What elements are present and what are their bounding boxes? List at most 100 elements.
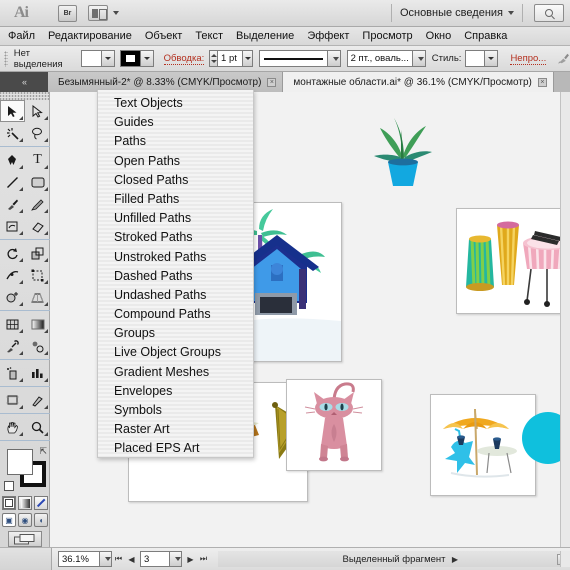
canvas-vertical-scrollbar[interactable] (560, 92, 570, 547)
status-menu-arrow-icon[interactable]: ▶ (452, 555, 458, 564)
close-icon[interactable]: × (537, 77, 547, 87)
stroke-weight-chevron-down-icon[interactable] (243, 50, 254, 67)
width-tool[interactable] (0, 264, 25, 286)
workspace-switcher-label[interactable]: Основные сведения (400, 7, 503, 19)
toolbar-fill-swatch[interactable] (7, 449, 33, 475)
menu-item-unstroked-paths[interactable]: Unstroked Paths (98, 248, 253, 267)
lasso-tool[interactable] (25, 122, 50, 144)
artboard-drums[interactable] (456, 208, 570, 314)
menu-item-undashed-paths[interactable]: Undashed Paths (98, 286, 253, 305)
artboard-number-select[interactable]: 3 (140, 551, 182, 567)
menu-item-select[interactable]: Выделение (236, 30, 294, 42)
mesh-tool[interactable] (0, 313, 25, 335)
zoom-level-chevron-down-icon[interactable] (99, 552, 111, 566)
eraser-tool[interactable] (25, 215, 50, 237)
stroke-chevron-down-icon[interactable] (140, 50, 154, 67)
stroke-control[interactable] (119, 50, 154, 67)
menu-item-filled-paths[interactable]: Filled Paths (98, 190, 253, 209)
paintbrush-tool[interactable] (0, 193, 25, 215)
perspective-grid-tool[interactable] (25, 286, 50, 308)
graphic-style-control[interactable] (465, 50, 499, 67)
arrange-chevron-down-icon[interactable] (113, 11, 119, 15)
menu-item-unfilled-paths[interactable]: Unfilled Paths (98, 209, 253, 228)
menu-item-open-paths[interactable]: Open Paths (98, 152, 253, 171)
line-segment-tool[interactable] (0, 171, 25, 193)
document-tab-artboards[interactable]: монтажные области.ai* @ 36.1% (CMYK/Прос… (283, 72, 554, 92)
stroke-weight-input[interactable]: 1 pt (218, 50, 244, 67)
menu-item-symbols[interactable]: Symbols (98, 401, 253, 420)
next-artboard-icon[interactable]: ▶ (184, 551, 197, 567)
fill-chevron-down-icon[interactable] (101, 50, 115, 67)
graphic-style-swatch[interactable] (465, 50, 486, 67)
menu-item-dashed-paths[interactable]: Dashed Paths (98, 267, 253, 286)
gradient-mode-button[interactable] (18, 496, 32, 510)
artboard-tool[interactable] (0, 389, 25, 411)
graphic-style-chevron-down-icon[interactable] (485, 50, 499, 67)
zoom-level-select[interactable]: 36.1% (58, 551, 112, 567)
menu-item-window[interactable]: Окно (426, 30, 452, 42)
artboard-number-chevron-down-icon[interactable] (169, 552, 181, 566)
brush-definition-select[interactable]: 2 пт., оваль... (346, 50, 426, 67)
workspace-chevron-down-icon[interactable] (508, 11, 514, 15)
brush-definition-chevron-down-icon[interactable] (411, 51, 425, 66)
menu-item-view[interactable]: Просмотр (362, 30, 412, 42)
menu-item-guides[interactable]: Guides (98, 113, 253, 132)
blend-tool[interactable] (25, 335, 50, 357)
stroke-profile-chevron-down-icon[interactable] (326, 51, 340, 66)
search-input[interactable] (534, 4, 564, 22)
potted-plant-art[interactable] (368, 110, 438, 190)
paintbrush-icon[interactable] (557, 50, 570, 67)
slice-tool[interactable] (25, 389, 50, 411)
gradient-tool[interactable] (25, 313, 50, 335)
status-info-display[interactable]: Выделенный фрагмент ▶ (218, 551, 570, 567)
close-icon[interactable]: × (267, 77, 277, 87)
control-bar-grip[interactable] (4, 50, 8, 67)
arrange-documents-icon[interactable] (88, 5, 108, 21)
zoom-tool[interactable] (25, 416, 50, 438)
stroke-weight-label[interactable]: Обводка: (163, 53, 205, 65)
symbol-sprayer-tool[interactable] (0, 362, 25, 384)
stroke-weight-stepper[interactable] (209, 50, 219, 67)
menu-item-paths[interactable]: Paths (98, 132, 253, 151)
menu-item-effect[interactable]: Эффект (307, 30, 349, 42)
normal-screen-mode-button[interactable]: ▣ (2, 513, 16, 527)
document-tab-untitled[interactable]: Безымянный-2* @ 8.33% (CMYK/Просмотр) × (48, 72, 284, 92)
fill-swatch[interactable] (80, 50, 102, 67)
menu-item-help[interactable]: Справка (464, 30, 507, 42)
direct-selection-tool[interactable] (25, 100, 50, 122)
swap-fill-stroke-icon[interactable]: ⇱ (39, 446, 47, 457)
shape-builder-tool[interactable] (0, 286, 25, 308)
menu-item-compound-paths[interactable]: Compound Paths (98, 305, 253, 324)
full-screen-menu-mode-button[interactable]: ◉ (18, 513, 32, 527)
stroke-profile-select[interactable] (259, 50, 341, 67)
select-same-object-menu[interactable]: Text Objects Guides Paths Open Paths Clo… (97, 90, 254, 458)
bridge-icon[interactable]: Br (58, 4, 77, 22)
menu-item-closed-paths[interactable]: Closed Paths (98, 171, 253, 190)
prev-artboard-icon[interactable]: ◀ (125, 551, 138, 567)
last-artboard-icon[interactable]: ⏭ (197, 551, 210, 567)
free-transform-tool[interactable] (25, 264, 50, 286)
type-tool[interactable]: T (25, 149, 50, 171)
menu-item-groups[interactable]: Groups (98, 324, 253, 343)
menu-item-file[interactable]: Файл (8, 30, 35, 42)
color-mode-button[interactable] (2, 496, 16, 510)
menu-item-edit[interactable]: Редактирование (48, 30, 132, 42)
scale-tool[interactable] (25, 242, 50, 264)
default-fill-stroke-icon[interactable] (4, 481, 14, 491)
change-screen-mode-button[interactable] (7, 531, 42, 547)
column-graph-tool[interactable] (25, 362, 50, 384)
menu-item-envelopes[interactable]: Envelopes (98, 382, 253, 401)
menu-item-placed-eps-art[interactable]: Placed EPS Art (98, 439, 253, 458)
menu-item-text-objects[interactable]: Text Objects (98, 94, 253, 113)
menu-item-stroked-paths[interactable]: Stroked Paths (98, 228, 253, 247)
menu-item-live-object-groups[interactable]: Live Object Groups (98, 343, 253, 362)
selection-tool[interactable] (0, 100, 25, 122)
artboard-cat[interactable] (286, 379, 382, 471)
rectangle-tool[interactable] (25, 171, 50, 193)
hand-tool[interactable] (0, 416, 25, 438)
menu-item-raster-art[interactable]: Raster Art (98, 420, 253, 439)
collapse-panel-button[interactable]: « (0, 72, 48, 92)
pencil-tool[interactable] (25, 193, 50, 215)
tools-panel-grip[interactable] (0, 92, 49, 100)
full-screen-mode-button[interactable]: ◖ (34, 513, 48, 527)
